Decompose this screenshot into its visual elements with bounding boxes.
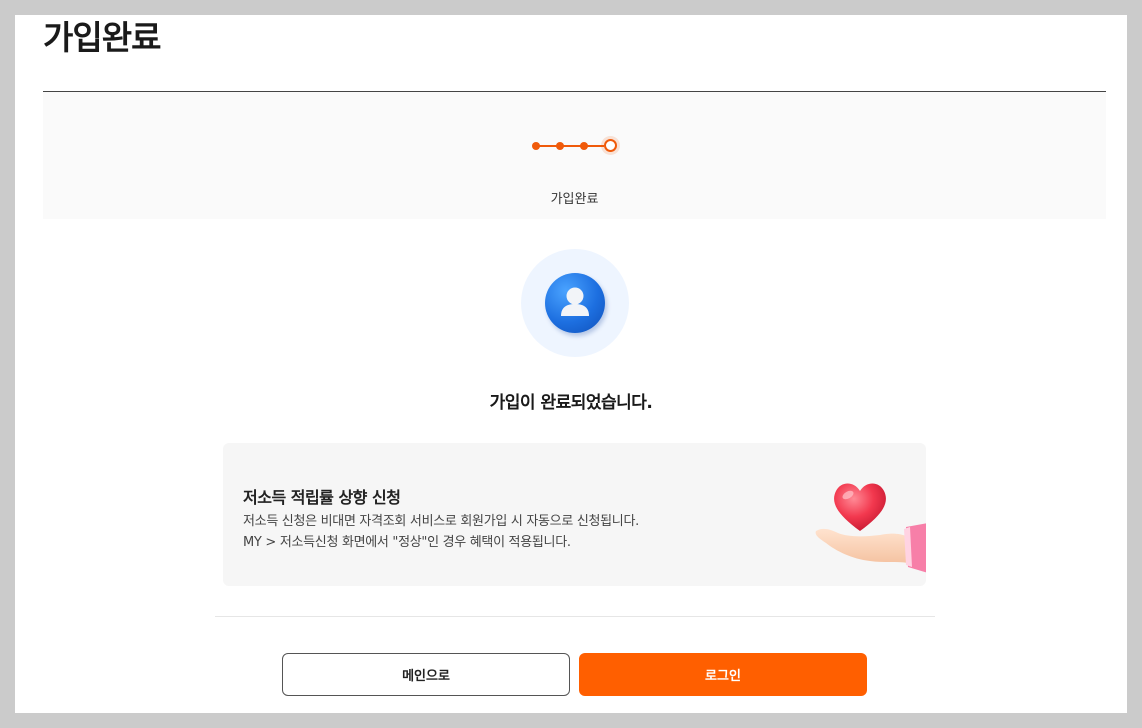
hand-holding-heart-icon [808,463,926,573]
progress-stepper [532,138,627,154]
step-3-dot [580,142,588,150]
card-title: 저소득 적립률 상향 신청 [243,488,401,507]
stepper-line [538,145,604,147]
main-page-button[interactable]: 메인으로 [282,653,570,696]
low-income-info-card: 저소득 적립률 상향 신청 저소득 신청은 비대면 자격조회 서비스로 회원가입… [223,443,926,586]
card-description-1: 저소득 신청은 비대면 자격조회 서비스로 회원가입 시 자동으로 신청됩니다. [243,514,639,529]
signup-complete-page: 가입완료 가입완료 가입이 완료되었습니다. 저소득 적립률 상향 신청 저소득… [15,15,1127,713]
login-button[interactable]: 로그인 [579,653,867,696]
step-2-dot [556,142,564,150]
completion-message: 가입이 완료되었습니다. [489,393,653,413]
avatar [521,249,629,357]
step-panel: 가입완료 [43,92,1106,219]
step-1-dot [532,142,540,150]
user-avatar-icon [545,273,605,333]
card-description-2: MY > 저소득신청 화면에서 "정상"인 경우 혜택이 적용됩니다. [243,535,571,550]
current-step-label: 가입완료 [550,192,599,207]
step-4-current-dot [604,139,617,152]
page-title: 가입완료 [43,18,161,57]
section-divider [215,616,935,617]
